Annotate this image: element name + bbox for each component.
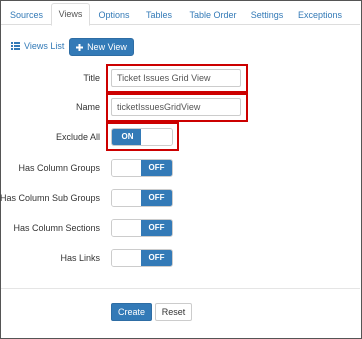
tab-options[interactable]: Options: [91, 5, 137, 25]
tab-table-order[interactable]: Table Order: [182, 5, 244, 25]
tab-tables[interactable]: Tables: [138, 5, 180, 25]
has-links-toggle[interactable]: OFF: [111, 249, 173, 267]
name-highlight: [106, 93, 248, 122]
toggle-off-state: OFF: [141, 250, 172, 266]
title-highlight: [106, 64, 248, 93]
tab-sources[interactable]: Sources: [3, 5, 50, 25]
views-list-link[interactable]: Views List: [11, 41, 64, 51]
new-view-button[interactable]: New View: [69, 38, 134, 56]
has-column-groups-toggle[interactable]: OFF: [111, 159, 173, 177]
exclude-all-label: Exclude All: [55, 132, 100, 142]
create-button[interactable]: Create: [111, 303, 152, 321]
title-label: Title: [83, 73, 100, 83]
list-icon: [11, 42, 20, 50]
exclude-all-highlight: [106, 122, 179, 151]
has-column-sections-toggle[interactable]: OFF: [111, 219, 173, 237]
divider: [1, 288, 360, 289]
tab-views[interactable]: Views: [51, 3, 90, 26]
new-view-label: New View: [87, 42, 127, 52]
tab-settings[interactable]: Settings: [244, 5, 290, 25]
name-label: Name: [75, 102, 100, 112]
plus-icon: [76, 43, 84, 51]
views-list-label: Views List: [24, 41, 65, 51]
has-column-sub-groups-toggle[interactable]: OFF: [111, 189, 173, 207]
tab-exceptions[interactable]: Exceptions: [291, 5, 349, 25]
has-links-label: Has Links: [60, 253, 100, 263]
toggle-off-state: OFF: [141, 160, 172, 176]
has-column-groups-label: Has Column Groups: [18, 163, 100, 173]
reset-button[interactable]: Reset: [155, 303, 192, 321]
toggle-off-state: OFF: [141, 190, 172, 206]
tab-bar: Sources Views Options Tables Table Order…: [1, 1, 360, 26]
has-column-sub-groups-label: Has Column Sub Groups: [0, 193, 100, 203]
has-column-sections-label: Has Column Sections: [13, 223, 100, 233]
toggle-off-state: OFF: [141, 220, 172, 236]
